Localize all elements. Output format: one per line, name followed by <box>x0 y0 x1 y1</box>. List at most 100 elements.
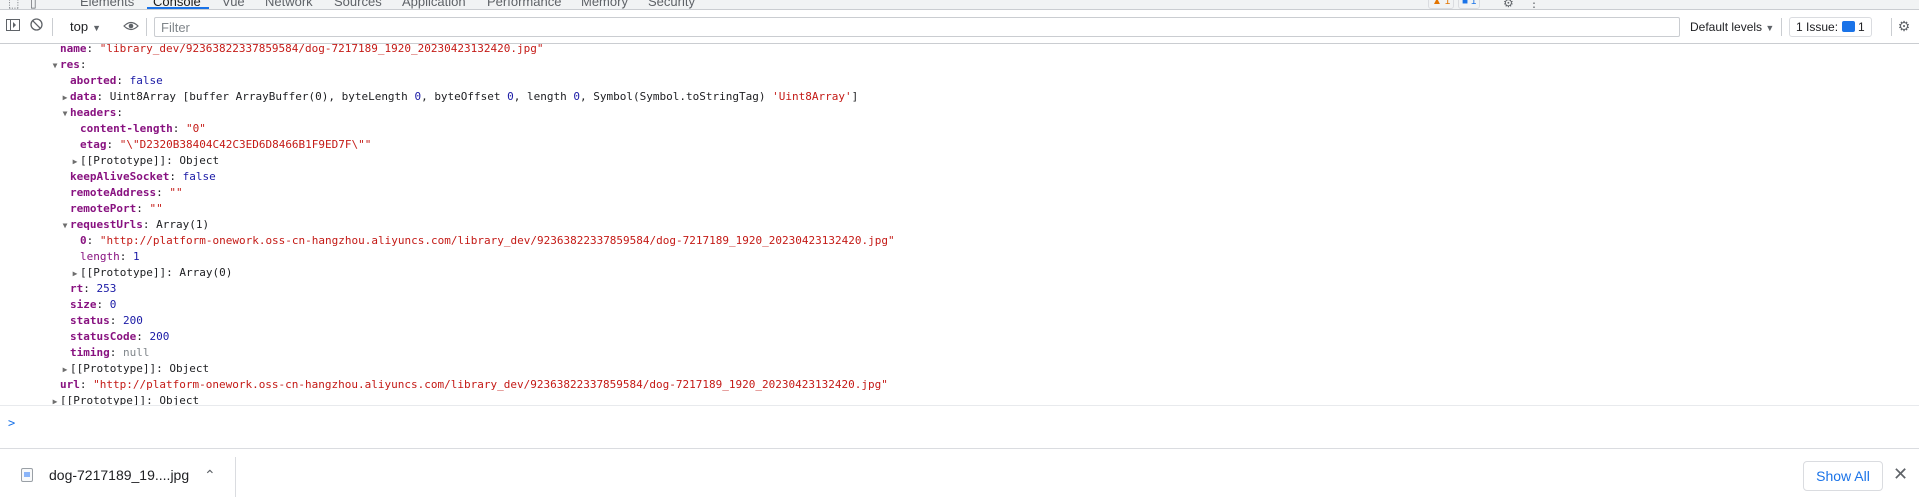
tab-memory[interactable]: Memory <box>581 0 628 9</box>
download-shelf: dog-7217189_19....jpg ⌃ Show All ✕ <box>0 448 1919 504</box>
property-value: Array(0) <box>179 266 233 279</box>
key-colon: : <box>166 266 180 279</box>
warning-badge[interactable]: ▲ 1 <box>1428 0 1455 9</box>
property-value: "library_dev/92363822337859584/dog-72171… <box>99 44 544 55</box>
property-key: remotePort <box>70 202 137 215</box>
punctuation: , <box>580 90 594 103</box>
tab-performance[interactable]: Performance <box>487 0 561 9</box>
console-row[interactable]: ▶ data: Uint8Array [buffer ArrayBuffer(0)… <box>60 89 859 106</box>
property-key: name <box>60 44 87 55</box>
key-colon: : <box>156 186 170 199</box>
data-value: 0 <box>507 90 514 103</box>
collapsed-triangle-icon[interactable]: ▶ <box>70 266 80 282</box>
console-row: content-length: "0" <box>70 121 206 137</box>
gear-icon[interactable]: ⚙ <box>1896 18 1912 34</box>
device-toolbar-icon[interactable]: ▯ <box>30 0 37 9</box>
kebab-menu-icon[interactable]: ⋮ <box>1528 0 1540 9</box>
console-row: name: "library_dev/92363822337859584/dog… <box>50 44 543 57</box>
console-row[interactable]: ▼ headers: <box>60 105 123 121</box>
console-row: length: 1 <box>70 249 140 265</box>
filter-input[interactable] <box>154 17 1680 37</box>
property-key: [[Prototype]] <box>80 154 167 167</box>
console-row: etag: "\"D2320B38404C42C3ED6D8466B1F9ED7… <box>70 137 371 153</box>
console-row[interactable]: ▼ requestUrls: Array(1) <box>60 217 210 234</box>
property-value: Object <box>159 394 200 405</box>
punctuation: , <box>421 90 435 103</box>
key-colon: : <box>96 298 110 311</box>
issues-button[interactable]: 1 Issue: 1 <box>1789 17 1872 37</box>
property-key: 0 <box>80 234 87 247</box>
download-file-name[interactable]: dog-7217189_19....jpg <box>49 467 189 483</box>
key-colon: : <box>146 394 160 405</box>
console-row[interactable]: ▶ [[Prototype]]: Object <box>50 393 200 405</box>
key-colon: : <box>79 378 94 391</box>
key-colon: : <box>116 74 130 87</box>
console-row: timing: null <box>60 345 150 361</box>
gear-icon[interactable]: ⚙ <box>1503 0 1514 9</box>
context-selector[interactable]: top ▼ <box>70 17 101 37</box>
punctuation: , <box>513 90 528 103</box>
issues-count: 1 <box>1858 20 1865 34</box>
tab-network[interactable]: Network <box>265 0 313 9</box>
collapsed-triangle-icon[interactable]: ▶ <box>60 362 70 378</box>
property-key: url <box>60 378 80 391</box>
log-levels-dropdown[interactable]: Default levels ▼ <box>1690 17 1774 37</box>
tab-security[interactable]: Security <box>648 0 695 9</box>
key-colon: : <box>119 250 133 263</box>
console-row[interactable]: ▼ res: <box>50 57 87 73</box>
console-row: remotePort: "" <box>60 201 163 217</box>
data-value: buffer <box>189 90 229 103</box>
sidebar-toggle-icon[interactable] <box>5 18 21 34</box>
toolbar-divider <box>146 18 147 36</box>
expanded-triangle-icon[interactable]: ▼ <box>60 218 70 234</box>
inspect-icon[interactable]: ⬚ <box>8 0 19 9</box>
property-key: [[Prototype]] <box>70 362 157 375</box>
property-value: "" <box>169 186 183 199</box>
key-colon: : <box>109 346 123 359</box>
property-key: requestUrls <box>70 218 143 231</box>
console-row: status: 200 <box>60 313 143 329</box>
clear-console-icon[interactable] <box>28 18 44 34</box>
property-value: Object <box>179 154 220 167</box>
key-colon: : <box>86 44 100 55</box>
console-row[interactable]: ▶ [[Prototype]]: Array(0) <box>70 265 233 282</box>
tab-application[interactable]: Application <box>402 0 466 9</box>
log-levels-label: Default levels <box>1690 20 1763 34</box>
key-colon: : <box>79 58 87 71</box>
expanded-triangle-icon[interactable]: ▼ <box>60 106 70 122</box>
tab-sources[interactable]: Sources <box>334 0 382 9</box>
collapsed-triangle-icon[interactable]: ▶ <box>50 394 60 405</box>
key-colon: : <box>169 170 183 183</box>
property-value: "http://platform-onework.oss-cn-hangzhou… <box>93 378 888 391</box>
tab-elements[interactable]: Elements <box>80 0 134 9</box>
tab-vue[interactable]: Vue <box>222 0 245 9</box>
key-colon: : <box>109 314 123 327</box>
property-value: Object <box>169 362 210 375</box>
data-value: 'Uint8Array' <box>772 90 852 103</box>
chevron-up-icon[interactable]: ⌃ <box>204 467 216 484</box>
show-all-button[interactable]: Show All <box>1803 461 1883 491</box>
key-colon: : <box>86 234 100 247</box>
eye-icon[interactable] <box>123 18 139 34</box>
property-key: [[Prototype]] <box>80 266 167 279</box>
collapsed-triangle-icon[interactable]: ▶ <box>70 154 80 170</box>
expanded-triangle-icon[interactable]: ▼ <box>50 58 60 74</box>
property-value: 1 <box>133 250 140 263</box>
console-prompt[interactable]: > <box>8 416 15 430</box>
close-icon[interactable]: ✕ <box>1893 464 1908 485</box>
message-badge[interactable]: ■ 1 <box>1458 0 1481 9</box>
console-row[interactable]: ▶ [[Prototype]]: Object <box>60 361 210 378</box>
key-colon: : <box>172 122 186 135</box>
key-colon: : <box>116 106 123 119</box>
collapsed-triangle-icon[interactable]: ▶ <box>60 90 70 106</box>
property-key: remoteAddress <box>70 186 157 199</box>
console-row[interactable]: ▶ [[Prototype]]: Object <box>70 153 220 170</box>
key-colon: : <box>156 362 170 375</box>
property-value: Array(1) <box>156 218 210 231</box>
data-value: length <box>527 90 567 103</box>
property-key: headers <box>70 106 117 119</box>
console-row: rt: 253 <box>60 281 116 297</box>
console-row: remoteAddress: "" <box>60 185 183 201</box>
property-key: size <box>70 298 97 311</box>
